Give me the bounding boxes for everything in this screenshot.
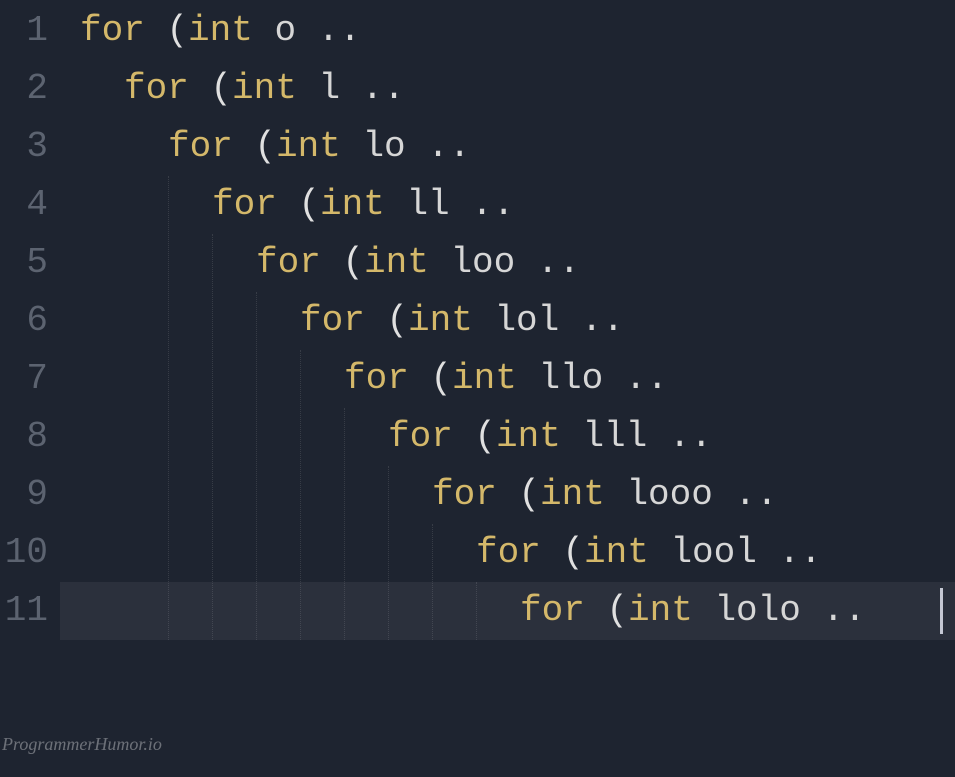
watermark-text: ProgrammerHumor.io	[2, 715, 162, 773]
ellipsis: ..	[406, 126, 471, 167]
line-number: 2	[0, 60, 48, 118]
open-paren: (	[386, 300, 408, 341]
keyword-int: int	[276, 126, 341, 167]
code-line[interactable]: for (int lolo ..	[80, 582, 955, 640]
open-paren: (	[518, 474, 540, 515]
line-number: 9	[0, 466, 48, 524]
line-number: 4	[0, 176, 48, 234]
open-paren: (	[166, 10, 188, 51]
open-paren: (	[606, 590, 628, 631]
line-number-gutter: 1234567891011	[0, 2, 60, 777]
open-paren: (	[562, 532, 584, 573]
ellipsis: ..	[757, 532, 822, 573]
code-line[interactable]: for (int ll ..	[80, 176, 955, 234]
code-line[interactable]: for (int lll ..	[80, 408, 955, 466]
line-number: 1	[0, 2, 48, 60]
ellipsis: ..	[559, 300, 624, 341]
variable-name: lolo	[714, 590, 800, 631]
code-line[interactable]: for (int looo ..	[80, 466, 955, 524]
keyword-int: int	[232, 68, 297, 109]
variable-name: lo	[362, 126, 405, 167]
open-paren: (	[210, 68, 232, 109]
keyword-int: int	[320, 184, 385, 225]
variable-name: lol	[494, 300, 559, 341]
line-number: 8	[0, 408, 48, 466]
text-cursor	[940, 588, 943, 634]
keyword-for: for	[520, 590, 585, 631]
ellipsis: ..	[340, 68, 405, 109]
keyword-for: for	[344, 358, 409, 399]
keyword-int: int	[364, 242, 429, 283]
ellipsis: ..	[713, 474, 778, 515]
line-number: 10	[0, 524, 48, 582]
variable-name: o	[274, 10, 296, 51]
ellipsis: ..	[515, 242, 580, 283]
keyword-for: for	[212, 184, 277, 225]
variable-name: lll	[582, 416, 647, 457]
line-number: 6	[0, 292, 48, 350]
open-paren: (	[342, 242, 364, 283]
code-line[interactable]: for (int lool ..	[80, 524, 955, 582]
variable-name: looo	[626, 474, 712, 515]
variable-name: ll	[406, 184, 449, 225]
code-area[interactable]: for (int o ..for (int l ..for (int lo ..…	[60, 2, 955, 777]
variable-name: lool	[670, 532, 756, 573]
keyword-int: int	[452, 358, 517, 399]
line-number: 7	[0, 350, 48, 408]
keyword-int: int	[496, 416, 561, 457]
open-paren: (	[474, 416, 496, 457]
code-line[interactable]: for (int o ..	[80, 2, 955, 60]
variable-name: llo	[538, 358, 603, 399]
ellipsis: ..	[450, 184, 515, 225]
open-paren: (	[430, 358, 452, 399]
keyword-for: for	[124, 68, 189, 109]
ellipsis: ..	[801, 590, 866, 631]
line-number: 5	[0, 234, 48, 292]
code-line[interactable]: for (int lol ..	[80, 292, 955, 350]
line-number: 11	[0, 582, 48, 640]
keyword-int: int	[540, 474, 605, 515]
variable-name: l	[318, 68, 340, 109]
keyword-for: for	[80, 10, 145, 51]
keyword-for: for	[476, 532, 541, 573]
keyword-for: for	[168, 126, 233, 167]
keyword-int: int	[584, 532, 649, 573]
code-line[interactable]: for (int l ..	[80, 60, 955, 118]
keyword-for: for	[432, 474, 497, 515]
keyword-for: for	[300, 300, 365, 341]
code-line[interactable]: for (int lo ..	[80, 118, 955, 176]
ellipsis: ..	[296, 10, 361, 51]
code-editor[interactable]: 1234567891011 for (int o ..for (int l ..…	[0, 0, 955, 777]
code-line[interactable]: for (int loo ..	[80, 234, 955, 292]
keyword-int: int	[408, 300, 473, 341]
open-paren: (	[298, 184, 320, 225]
ellipsis: ..	[647, 416, 712, 457]
ellipsis: ..	[603, 358, 668, 399]
variable-name: loo	[450, 242, 515, 283]
open-paren: (	[254, 126, 276, 167]
keyword-for: for	[388, 416, 453, 457]
keyword-int: int	[188, 10, 253, 51]
code-line[interactable]: for (int llo ..	[80, 350, 955, 408]
keyword-int: int	[628, 590, 693, 631]
keyword-for: for	[256, 242, 321, 283]
line-number: 3	[0, 118, 48, 176]
